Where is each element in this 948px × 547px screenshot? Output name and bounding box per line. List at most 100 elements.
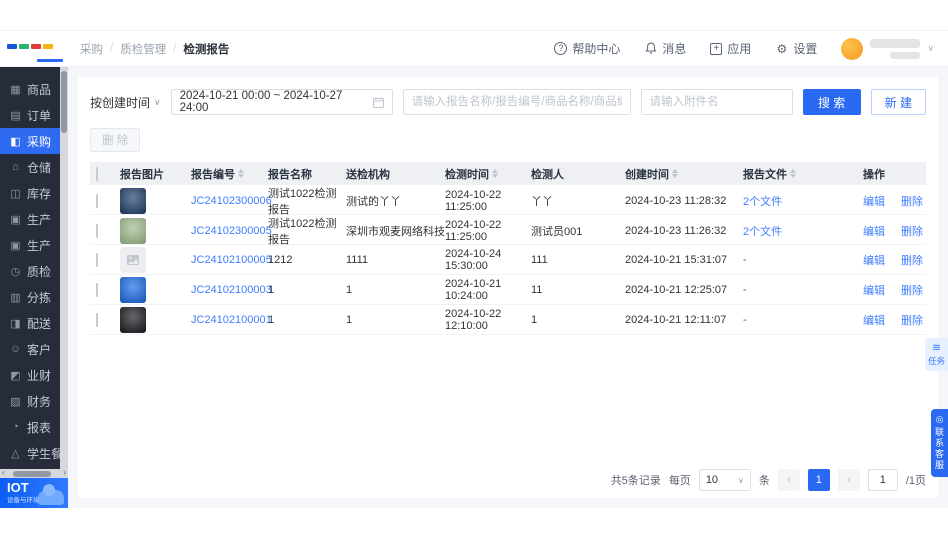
sidebar-item-production-2[interactable]: ▣生产› — [0, 232, 68, 258]
qc-icon: ◷ — [10, 265, 21, 278]
sidebar-horizontal-scrollbar[interactable]: ‹ › — [0, 468, 68, 478]
date-range-input[interactable]: 2024-10-21 00:00 ~ 2024-10-27 24:00 — [170, 89, 393, 115]
iot-banner[interactable]: IOT 设备与环境 — [0, 478, 68, 508]
sidebar-item-qc[interactable]: ◷质检› — [0, 258, 68, 284]
sidebar-item-production-1[interactable]: ▣生产› — [0, 206, 68, 232]
help-center-button[interactable]: ? 帮助中心 — [554, 40, 620, 57]
sidebar-item-customers[interactable]: ☺客户› — [0, 336, 68, 362]
files-link[interactable]: 2个文件 — [743, 196, 782, 208]
sidebar-item-label: 仓储 — [27, 160, 52, 175]
edit-link[interactable]: 编辑 — [863, 252, 885, 268]
report-thumbnail[interactable] — [120, 306, 146, 333]
batch-delete-button[interactable]: 删 除 — [90, 128, 141, 152]
row-checkbox[interactable] — [96, 252, 98, 267]
keyword-search-input[interactable] — [402, 89, 631, 115]
report-name: 1 — [268, 283, 275, 296]
sidebar-item-label: 库存 — [27, 186, 52, 201]
sidebar-item-orders[interactable]: ▤订单› — [0, 102, 68, 128]
scrollbar-thumb[interactable] — [61, 71, 67, 133]
tester: 测试员001 — [531, 226, 583, 238]
delete-link[interactable]: 删除 — [901, 312, 923, 328]
tasks-floating-button[interactable]: ≋ 任务 — [925, 338, 948, 371]
col-org[interactable]: 送检机构 — [346, 166, 445, 182]
sidebar-item-purchase[interactable]: ◧采购› — [0, 128, 68, 154]
report-thumbnail-placeholder[interactable] — [120, 246, 146, 273]
sidebar-item-reports[interactable]: ◔报表› — [0, 414, 68, 440]
apps-button[interactable]: + 应用 — [710, 40, 751, 57]
col-created[interactable]: 创建时间 — [625, 166, 743, 182]
per-page-prefix: 每页 — [668, 475, 691, 487]
delete-link[interactable]: 删除 — [901, 282, 923, 298]
sort-icon[interactable] — [492, 169, 498, 178]
edit-link[interactable]: 编辑 — [863, 312, 885, 328]
bell-icon — [644, 42, 657, 55]
select-all-checkbox[interactable] — [96, 166, 98, 181]
sort-icon[interactable] — [672, 169, 678, 178]
row-checkbox[interactable] — [96, 312, 98, 327]
top-bar: 采购 / 质检管理 / 检测报告 ? 帮助中心 消息 + 应用 ⚙ 设置 ∨ — [0, 31, 948, 67]
edit-link[interactable]: 编辑 — [863, 223, 885, 239]
report-no-link[interactable]: JC24102100003 — [191, 284, 272, 296]
scroll-left-arrow[interactable]: ‹ — [2, 468, 5, 477]
current-page-button[interactable]: 1 — [807, 469, 830, 491]
col-report-no[interactable]: 报告编号 — [191, 166, 268, 182]
search-button[interactable]: 搜 索 — [802, 89, 861, 115]
sidebar-item-biz-finance[interactable]: ◩业财› — [0, 362, 68, 388]
report-thumbnail[interactable] — [120, 276, 146, 303]
breadcrumb-item[interactable]: 质检管理 — [120, 41, 166, 57]
col-report-name[interactable]: 报告名称 — [268, 166, 346, 182]
col-test-time[interactable]: 检测时间 — [445, 166, 531, 182]
sidebar-item-inventory[interactable]: ◫库存› — [0, 180, 68, 206]
edit-link[interactable]: 编辑 — [863, 282, 885, 298]
sort-icon[interactable] — [238, 169, 244, 178]
customer-service-floating-button[interactable]: ◎ 联系客服 — [931, 409, 948, 477]
col-operations[interactable]: 操作 — [863, 166, 926, 182]
top-nav: ? 帮助中心 消息 + 应用 ⚙ 设置 ∨ — [554, 37, 934, 60]
time-field-select[interactable]: 按创建时间 ∨ — [90, 94, 161, 111]
next-page-button[interactable]: › — [837, 469, 860, 491]
row-checkbox[interactable] — [96, 194, 98, 208]
col-report-image[interactable]: 报告图片 — [120, 166, 191, 182]
report-thumbnail[interactable] — [120, 218, 146, 244]
report-no-link[interactable]: JC24102300005 — [191, 225, 272, 237]
row-checkbox[interactable] — [96, 224, 98, 238]
attachment-search-input[interactable] — [640, 89, 793, 115]
report-name: 1 — [268, 313, 275, 326]
sidebar-item-finance[interactable]: ▧财务› — [0, 388, 68, 414]
sidebar-item-sorting[interactable]: ▥分拣› — [0, 284, 68, 310]
sidebar-vertical-scrollbar[interactable] — [60, 67, 68, 469]
col-tester[interactable]: 检测人 — [531, 166, 625, 182]
report-no-link[interactable]: JC24102100001 — [191, 314, 272, 326]
files-link[interactable]: 2个文件 — [743, 226, 782, 238]
goods-icon: ▦ — [10, 83, 21, 96]
prev-page-button[interactable]: ‹ — [777, 469, 800, 491]
edit-link[interactable]: 编辑 — [863, 193, 885, 209]
report-no-link[interactable]: JC24102300006 — [191, 195, 272, 207]
report-no-link[interactable]: JC24102100005 — [191, 254, 272, 266]
delete-link[interactable]: 删除 — [901, 193, 923, 209]
sidebar-item-student-meal[interactable]: △ 学生餐 — [0, 440, 68, 466]
settings-button[interactable]: ⚙ 设置 — [775, 40, 818, 57]
user-menu[interactable]: ∨ — [841, 37, 934, 60]
scroll-right-arrow[interactable]: › — [63, 468, 66, 477]
page-jump-input[interactable]: 1 — [867, 469, 898, 491]
apps-icon: + — [710, 42, 723, 55]
breadcrumb-item[interactable]: 采购 — [80, 41, 103, 57]
sidebar-item-delivery[interactable]: ◨配送› — [0, 310, 68, 336]
scrollbar-thumb[interactable] — [13, 470, 51, 477]
report-thumbnail[interactable] — [120, 188, 146, 214]
apps-label: 应用 — [727, 42, 752, 56]
delete-link[interactable]: 删除 — [901, 252, 923, 268]
sidebar-item-warehouse[interactable]: ⌂仓储› — [0, 154, 68, 180]
col-files[interactable]: 报告文件 — [743, 166, 863, 182]
new-report-button[interactable]: 新 建 — [870, 89, 926, 115]
delete-link[interactable]: 删除 — [901, 223, 923, 239]
sidebar-item-label: 客户 — [27, 342, 52, 357]
row-checkbox[interactable] — [96, 282, 98, 297]
messages-button[interactable]: 消息 — [644, 40, 686, 57]
page-size-select[interactable]: 10 ∨ — [698, 469, 751, 491]
test-time: 2024-10-24 15:30:00 — [445, 247, 502, 272]
sidebar-item-goods[interactable]: ▦商品› — [0, 76, 68, 102]
order-icon: ▤ — [10, 109, 21, 122]
sort-icon[interactable] — [790, 169, 796, 178]
